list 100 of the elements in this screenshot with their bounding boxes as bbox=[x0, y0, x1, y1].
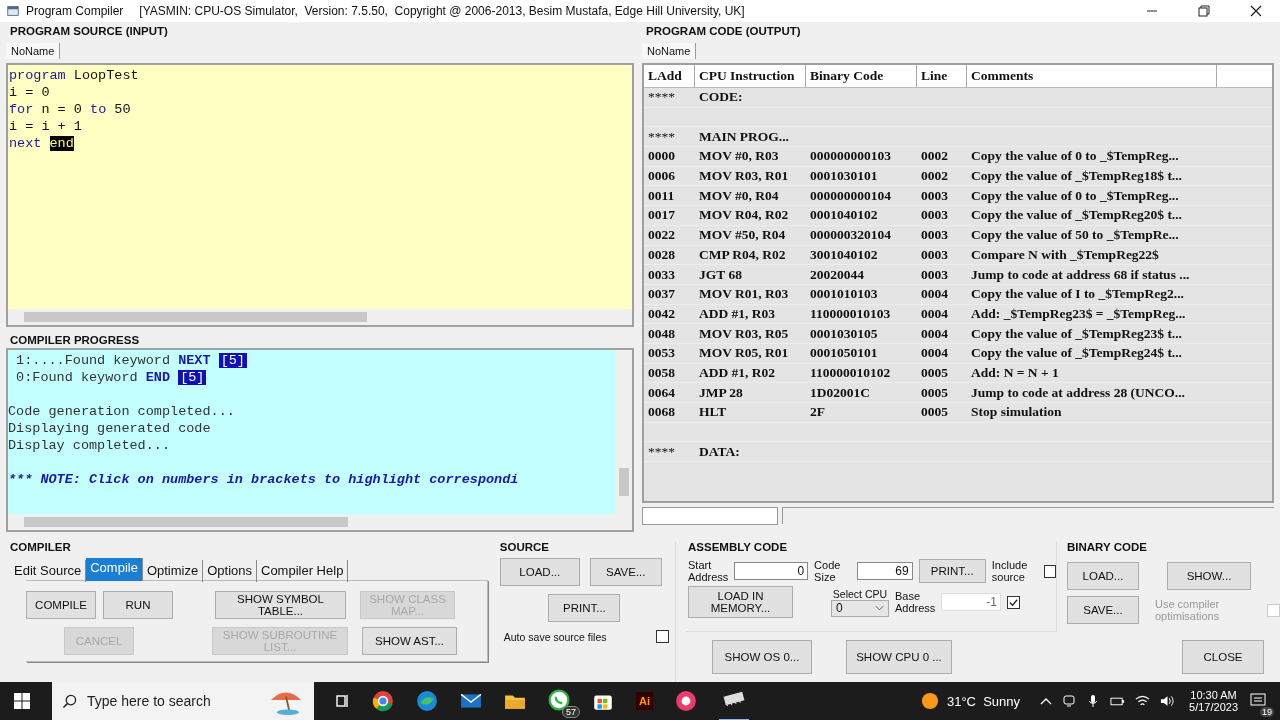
windows-start-icon[interactable] bbox=[14, 693, 30, 709]
text-field[interactable] bbox=[642, 507, 778, 525]
file-tab[interactable]: NoName bbox=[642, 43, 697, 59]
table-cell-text: MOV #0, R04 bbox=[698, 187, 780, 204]
table-cell-text: Stop simulation bbox=[970, 404, 1063, 421]
table-cell-text: 0006 bbox=[647, 168, 676, 185]
checkbox[interactable] bbox=[1043, 564, 1056, 578]
tab[interactable]: Optimize bbox=[142, 560, 204, 582]
chat-icon[interactable] bbox=[548, 688, 570, 711]
code-line: i = 0 bbox=[9, 84, 50, 101]
note-line: *** NOTE: Click on numbers in brackets to highlight correspondi bbox=[8, 471, 519, 488]
close-icon[interactable] bbox=[1250, 5, 1262, 17]
code-line: next end bbox=[9, 135, 74, 152]
app-icon[interactable]: Ai bbox=[636, 692, 653, 710]
table-cell-text: 0037 bbox=[647, 286, 676, 303]
action-button[interactable]: COMPILE bbox=[26, 591, 96, 619]
table-cell-text: Copy the value of _$TempReg20$ t... bbox=[970, 207, 1183, 224]
action-button[interactable]: SHOW AST... bbox=[362, 627, 457, 655]
save-button[interactable]: SAVE... bbox=[589, 558, 662, 586]
table-cell-text: MOV R05, R01 bbox=[698, 345, 790, 362]
restore-icon[interactable] bbox=[1198, 5, 1210, 17]
save-button[interactable]: SAVE... bbox=[1067, 596, 1139, 624]
table-cell-text: Copy the value of _$TempReg24$ t... bbox=[970, 345, 1183, 362]
source-editor[interactable]: program LoopTest i = 0 for n = 0 to 50 i = i + 1 next end bbox=[6, 63, 634, 327]
cpu-dropdown[interactable]: 0 bbox=[831, 599, 889, 617]
table-cell-text: 0064 bbox=[647, 384, 676, 401]
checkbox-label: Include source bbox=[991, 559, 1029, 583]
table-cell-text: Jump to code at address 28 (UNCO... bbox=[970, 384, 1186, 401]
clock-date: 5/17/2023 bbox=[1189, 701, 1238, 713]
section-heading: SOURCE bbox=[499, 541, 550, 555]
footer-button[interactable]: CLOSE bbox=[1182, 640, 1264, 674]
load-in-memory-button[interactable]: LOAD IN MEMORY... bbox=[688, 586, 793, 618]
mail-icon[interactable] bbox=[460, 692, 482, 710]
search-input[interactable]: Type here to search bbox=[85, 692, 266, 710]
weather-text[interactable]: 31°C Sunny bbox=[946, 693, 1021, 709]
column-header[interactable]: Binary Code bbox=[806, 65, 917, 87]
print-button[interactable]: PRINT... bbox=[918, 559, 986, 583]
sun-icon bbox=[920, 692, 939, 710]
table-cell-text: ADD #1, R02 bbox=[698, 364, 777, 381]
browser-icon[interactable] bbox=[372, 690, 394, 712]
section-heading: PROGRAM CODE (OUTPUT) bbox=[645, 24, 802, 39]
table-cell-text: Add: _$TempReg23$ = _$TempReg... bbox=[970, 305, 1187, 322]
chevron-up-icon[interactable] bbox=[1040, 697, 1053, 705]
load-button[interactable]: LOAD... bbox=[1067, 562, 1139, 590]
file-tab[interactable]: NoName bbox=[6, 43, 61, 59]
action-button[interactable]: SHOW SYMBOL TABLE... bbox=[215, 591, 346, 619]
column-header[interactable]: CPU Instruction bbox=[695, 65, 806, 87]
table-cell-text: JMP 28 bbox=[698, 384, 744, 401]
column-header[interactable]: Comments bbox=[967, 65, 1217, 87]
window-title: Program Compiler bbox=[26, 4, 124, 18]
search-icon[interactable] bbox=[62, 693, 77, 709]
table-cell-text: **** bbox=[647, 128, 676, 145]
load-button[interactable]: LOAD... bbox=[499, 558, 580, 586]
camera-icon[interactable] bbox=[675, 690, 697, 712]
horizontal-scrollbar[interactable] bbox=[8, 514, 632, 530]
checkbox[interactable] bbox=[656, 630, 669, 643]
vertical-scrollbar[interactable] bbox=[616, 350, 632, 514]
tab[interactable]: Compiler Help bbox=[257, 560, 349, 582]
table-cell-text: 0001010103 bbox=[809, 286, 879, 303]
taskbar-search-bar[interactable]: Type here to search bbox=[52, 682, 314, 720]
table-cell-text: MOV R03, R01 bbox=[698, 168, 790, 185]
column-header[interactable]: Line bbox=[917, 65, 967, 87]
task-view-icon[interactable] bbox=[334, 693, 350, 709]
table-cell-text: Compare N with _$TempReg22$ bbox=[970, 246, 1160, 263]
table-cell-text: MOV R04, R02 bbox=[698, 207, 790, 224]
horizontal-scrollbar[interactable] bbox=[8, 309, 632, 325]
tab[interactable]: Compile bbox=[86, 558, 143, 581]
section-heading: PROGRAM SOURCE (INPUT) bbox=[9, 24, 169, 39]
table-cell-text: HLT bbox=[698, 404, 728, 421]
checkbox-label: Auto save source files bbox=[503, 630, 607, 643]
footer-button[interactable]: SHOW OS 0... bbox=[712, 640, 812, 674]
table-cell-text: 0022 bbox=[647, 227, 676, 244]
column-header[interactable]: LAdd bbox=[644, 65, 695, 87]
table-cell-text: MOV #50, R04 bbox=[698, 227, 787, 244]
action-button[interactable]: RUN bbox=[103, 591, 173, 619]
start-address-field[interactable]: 0 bbox=[734, 562, 809, 580]
speaker-icon[interactable] bbox=[1160, 694, 1176, 708]
field-label: Base Address bbox=[895, 590, 935, 614]
code-size-field[interactable]: 69 bbox=[856, 562, 913, 580]
table-cell-text: 000000000104 bbox=[809, 187, 892, 204]
base-address-field[interactable]: -1 bbox=[941, 593, 1001, 611]
text-field[interactable] bbox=[782, 507, 1274, 524]
notification-icon[interactable] bbox=[1250, 691, 1266, 708]
show-button[interactable]: SHOW... bbox=[1167, 562, 1251, 590]
section-heading: ASSEMBLY CODE bbox=[688, 541, 789, 555]
field-label: Select CPU bbox=[832, 587, 888, 600]
code-line: program LoopTest bbox=[9, 67, 139, 84]
section-heading: BINARY CODE bbox=[1067, 541, 1148, 555]
table-cell-text: Jump to code at address 68 if status ... bbox=[970, 266, 1191, 283]
table-cell-text: MOV R03, R05 bbox=[698, 325, 790, 342]
print-button[interactable]: PRINT... bbox=[548, 594, 621, 622]
footer-button[interactable]: SHOW CPU 0 ... bbox=[846, 640, 952, 674]
clock[interactable]: 10:30 AM 5/17/2023 bbox=[1189, 689, 1238, 713]
checkbox[interactable] bbox=[1007, 595, 1020, 609]
browser-icon[interactable] bbox=[416, 690, 438, 712]
caret-icon bbox=[875, 605, 884, 611]
tab[interactable]: Options bbox=[203, 560, 257, 582]
wifi-icon[interactable] bbox=[1135, 694, 1151, 708]
log-line: Displaying generated code bbox=[8, 420, 211, 437]
table-cell-text: 0002 bbox=[920, 168, 949, 185]
